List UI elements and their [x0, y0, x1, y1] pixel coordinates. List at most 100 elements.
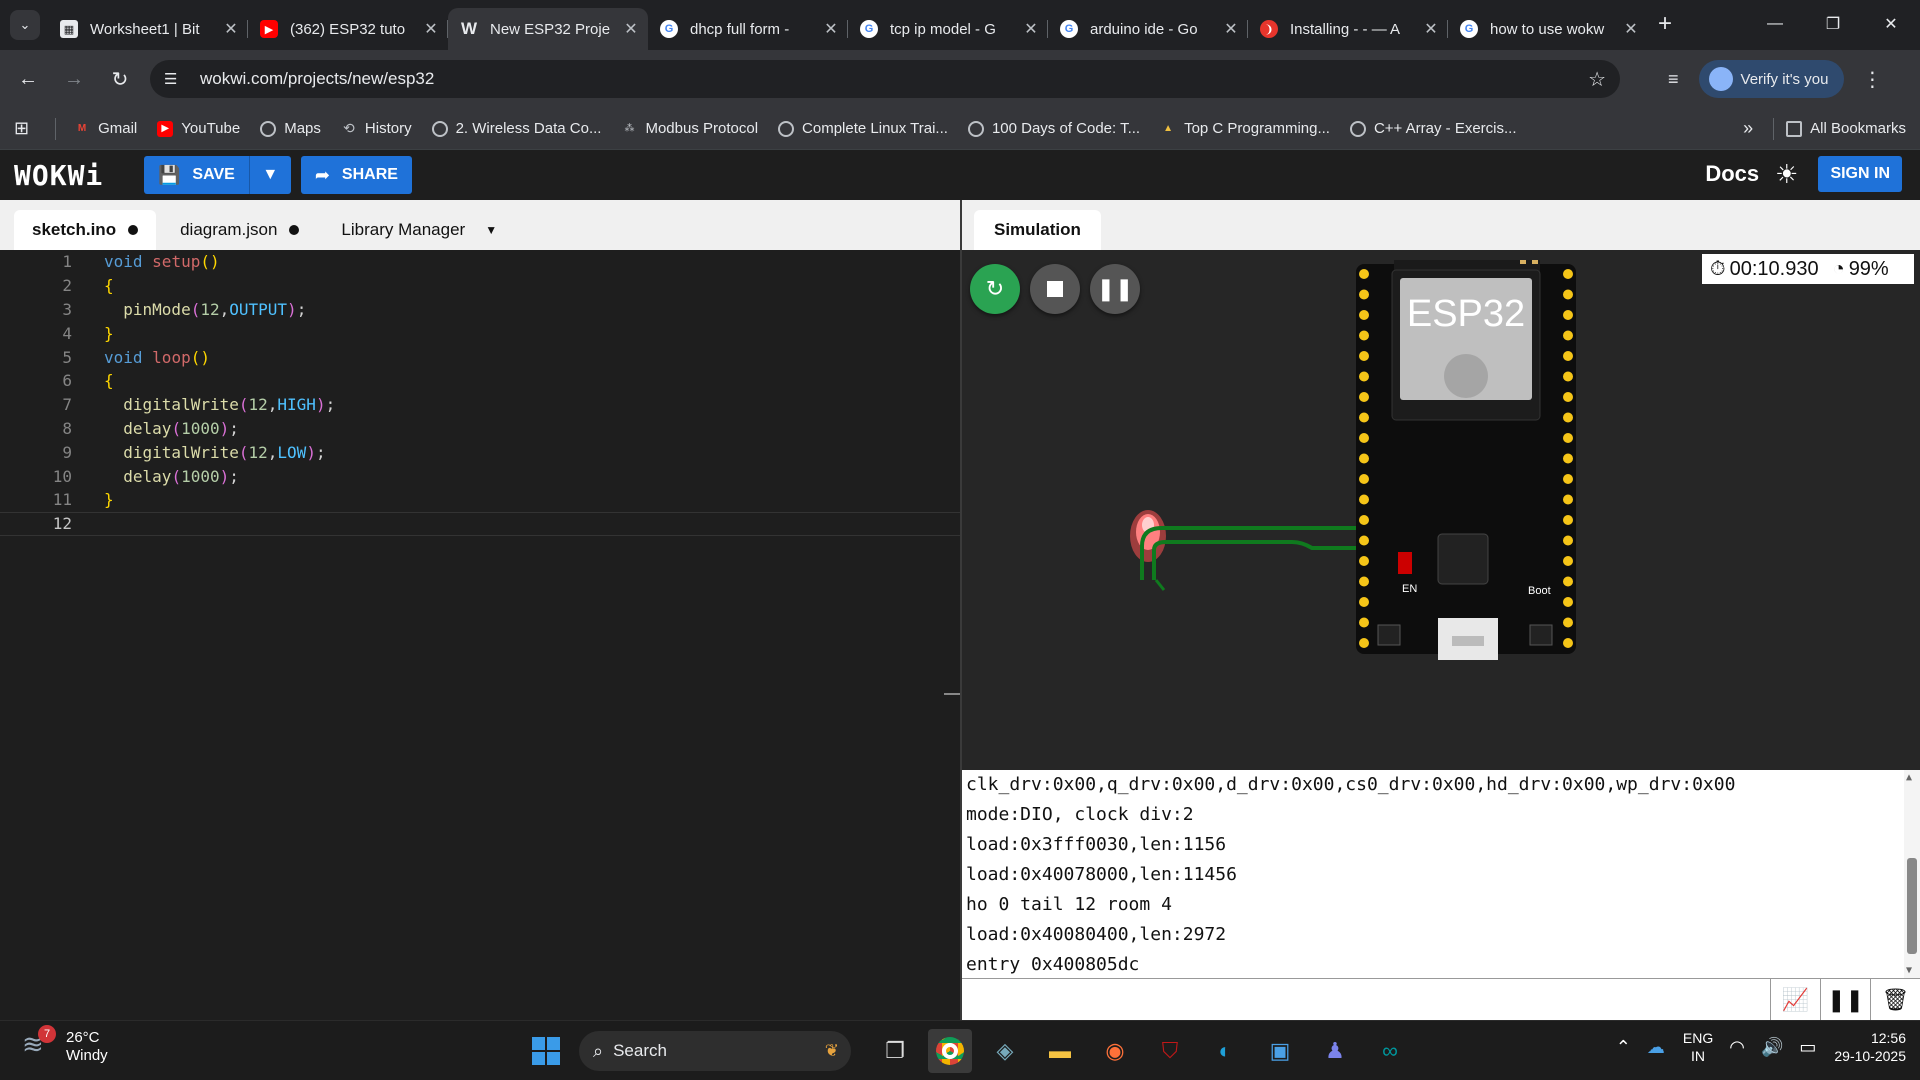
header-pin[interactable] [1563, 453, 1573, 464]
simulation-canvas[interactable]: ↻ ❚❚ ⏱ 00:10.930 ◔ 99% ESP32 EN Boot [962, 250, 1920, 770]
edge-icon[interactable]: ◐ [1203, 1029, 1247, 1073]
onedrive-icon[interactable]: ☁ [1647, 1037, 1665, 1058]
header-pin[interactable] [1563, 535, 1573, 546]
tab-diagram-json[interactable]: diagram.json [162, 210, 317, 250]
bookmark-star-icon[interactable]: ☆ [1588, 67, 1606, 92]
clock[interactable]: 12:56 29-10-2025 [1834, 1029, 1906, 1065]
bookmark-maps[interactable]: Maps [260, 120, 321, 137]
store-icon[interactable]: ▣ [1258, 1029, 1302, 1073]
tab-simulation[interactable]: Simulation [974, 210, 1101, 250]
bookmark-modbus[interactable]: ⁂ Modbus Protocol [621, 120, 758, 137]
header-pin[interactable] [1563, 433, 1573, 443]
bookmark-history[interactable]: ⟲ History [341, 120, 412, 137]
browser-tab[interactable]: Ghow to use wokw ✕ [1448, 8, 1648, 50]
bookmark-wireless[interactable]: 2. Wireless Data Co... [431, 120, 601, 137]
header-pin[interactable] [1359, 392, 1369, 402]
serial-input-field[interactable]: 📈 ❚❚ 🗑 [962, 978, 1920, 1021]
header-pin[interactable] [1563, 638, 1573, 648]
bookmark-youtube[interactable]: ▶ YouTube [157, 120, 240, 137]
scroll-down-icon[interactable]: ▼ [1906, 965, 1912, 976]
close-window-icon[interactable]: ✕ [1862, 0, 1920, 48]
serial-monitor[interactable]: clk_drv:0x00,q_drv:0x00,d_drv:0x00,cs0_d… [962, 770, 1920, 978]
browser-tab[interactable]: ❩ Installing - - — A ✕ [1248, 8, 1448, 50]
tab-search-button[interactable]: ⌄ [10, 10, 40, 40]
reload-button[interactable]: ↻ [102, 61, 138, 97]
header-pin[interactable] [1563, 474, 1573, 484]
weather-widget[interactable]: ≋ 7 26°C Windy [22, 1025, 108, 1065]
share-button[interactable]: ➦ SHARE [300, 156, 412, 194]
header-pin[interactable] [1359, 617, 1369, 628]
minimize-icon[interactable]: — [1746, 0, 1804, 48]
code-line[interactable]: 3 pinMode(12,OUTPUT); [0, 298, 960, 322]
close-tab-icon[interactable]: ✕ [222, 19, 240, 39]
header-pin[interactable] [1359, 453, 1369, 464]
media-control-icon[interactable]: ≡ [1668, 69, 1679, 90]
close-tab-icon[interactable]: ✕ [1622, 19, 1640, 39]
code-line[interactable]: 1 void setup() [0, 250, 960, 274]
header-pin[interactable] [1359, 433, 1369, 443]
header-pin[interactable] [1563, 597, 1573, 607]
mcafee-icon[interactable]: ⛉ [1148, 1029, 1192, 1073]
chrome-icon[interactable] [928, 1029, 972, 1073]
code-line[interactable]: 4} [0, 321, 960, 345]
wokwi-logo[interactable]: WOKWi [14, 159, 132, 192]
sign-in-button[interactable]: SIGN IN [1818, 156, 1902, 192]
forward-button[interactable]: → [56, 61, 92, 97]
firefox-icon[interactable]: ◉ [1093, 1029, 1137, 1073]
header-pin[interactable] [1563, 576, 1573, 587]
copilot-icon[interactable]: ◈ [983, 1029, 1027, 1073]
code-line[interactable]: 5 void loop() [0, 345, 960, 369]
header-pin[interactable] [1359, 515, 1369, 525]
arduino-icon[interactable]: ∞ [1368, 1029, 1412, 1073]
code-line[interactable]: 11} [0, 488, 960, 512]
header-pin[interactable] [1359, 371, 1369, 382]
file-explorer-icon[interactable]: ▬ [1038, 1029, 1082, 1073]
browser-tab-active[interactable]: W New ESP32 Proje ✕ [448, 8, 648, 50]
close-tab-icon[interactable]: ✕ [1222, 19, 1240, 39]
close-tab-icon[interactable]: ✕ [822, 19, 840, 39]
header-pin[interactable] [1563, 494, 1573, 505]
speaker-icon[interactable]: 🔊 [1761, 1037, 1783, 1058]
serial-pause-button[interactable]: ❚❚ [1820, 979, 1870, 1021]
save-button[interactable]: 💾 SAVE ▼ [144, 156, 291, 194]
header-pin[interactable] [1359, 556, 1369, 566]
battery-icon[interactable]: ▭ [1799, 1037, 1816, 1058]
header-pin[interactable] [1563, 310, 1573, 320]
maximize-icon[interactable]: ❐ [1804, 0, 1862, 48]
header-pin[interactable] [1563, 289, 1573, 300]
header-pin[interactable] [1359, 638, 1369, 648]
language-indicator[interactable]: ENG IN [1683, 1029, 1713, 1065]
verify-profile-button[interactable]: Verify it's you [1698, 60, 1845, 98]
new-tab-button[interactable]: + [1658, 10, 1672, 38]
tab-library-manager[interactable]: Library Manager ▼ [323, 210, 515, 250]
plotter-button[interactable]: 📈 [1770, 979, 1820, 1021]
all-bookmarks-button[interactable]: All Bookmarks [1786, 120, 1906, 137]
back-button[interactable]: ← [10, 61, 46, 97]
header-pin[interactable] [1359, 330, 1369, 341]
task-view-icon[interactable]: ❐ [873, 1029, 917, 1073]
header-pin[interactable] [1359, 474, 1369, 484]
bookmark-cpp-array[interactable]: C++ Array - Exercis... [1349, 120, 1517, 137]
code-line[interactable]: 2{ [0, 274, 960, 298]
header-pin[interactable] [1359, 494, 1369, 505]
header-pin[interactable] [1359, 269, 1369, 279]
header-pin[interactable] [1563, 412, 1573, 423]
header-pin[interactable] [1359, 351, 1369, 361]
wifi-icon[interactable]: ◠ [1729, 1037, 1745, 1058]
header-pin[interactable] [1563, 371, 1573, 382]
close-tab-icon[interactable]: ✕ [422, 19, 440, 39]
windows-start-icon[interactable] [524, 1029, 568, 1073]
taskbar-search[interactable]: ⌕ Search ❦ [579, 1031, 851, 1071]
apps-grid-icon[interactable]: ⊞ [14, 118, 29, 139]
serial-scrollbar[interactable]: ▲ ▼ [1904, 770, 1920, 978]
browser-tab[interactable]: Gdhcp full form - ✕ [648, 8, 848, 50]
caret-down-icon[interactable]: ▼ [485, 223, 497, 237]
more-bookmarks-icon[interactable]: » [1743, 118, 1753, 139]
header-pin[interactable] [1359, 289, 1369, 300]
save-dropdown-button[interactable]: ▼ [248, 156, 291, 194]
code-line[interactable]: 10 delay(1000); [0, 464, 960, 488]
bookmark-top-c[interactable]: ▲ Top C Programming... [1160, 120, 1330, 137]
browser-tab[interactable]: ▦ Worksheet1 | Bit ✕ [48, 8, 248, 50]
header-pin[interactable] [1563, 351, 1573, 361]
close-tab-icon[interactable]: ✕ [1022, 19, 1040, 39]
